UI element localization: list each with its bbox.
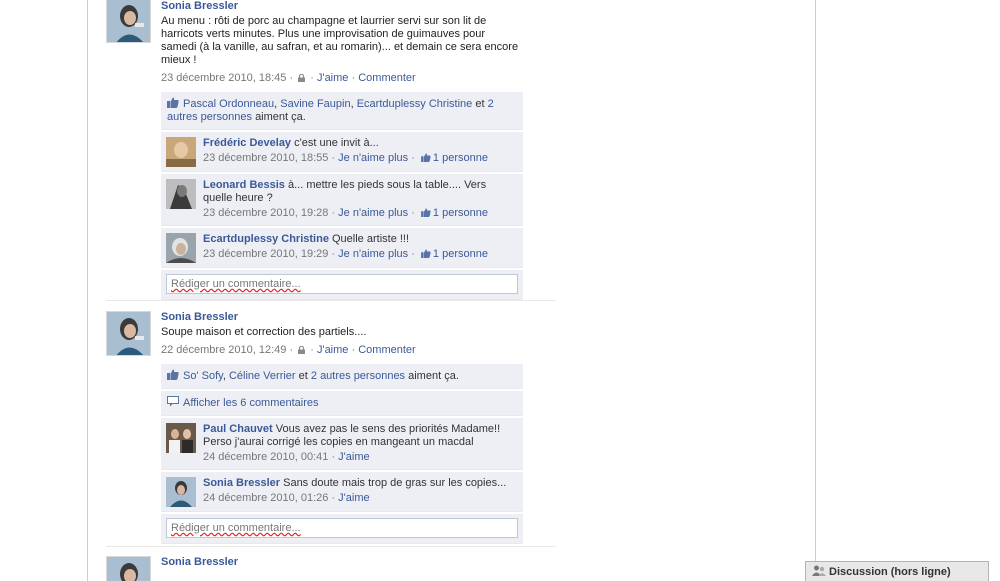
comment: Sonia Bressler Sans doute mais trop de g… — [161, 472, 523, 512]
likes-summary: So' Sofy, Céline Verrier et 2 autres per… — [161, 364, 523, 389]
story-content: Sonia Bressler Soupe maison et correctio… — [161, 311, 523, 357]
comment: Frédéric Develay c'est une invit à... 23… — [161, 132, 523, 172]
likes-others-link[interactable]: 2 autres personnes — [311, 370, 405, 382]
chat-bar[interactable]: Discussion (hors ligne) — [805, 561, 989, 581]
comments-block: Pascal Ordonneau, Savine Faupin, Ecartdu… — [161, 92, 523, 302]
comment-timestamp[interactable]: 23 décembre 2010, 19:29 — [203, 248, 328, 260]
like-count[interactable]: 1 personne — [433, 152, 488, 164]
likes-suffix: aiment ça. — [408, 370, 459, 382]
story-divider — [106, 546, 556, 547]
comment-meta: 23 décembre 2010, 19:29 · Je n'aime plus… — [203, 248, 488, 260]
comment-like-link[interactable]: J'aime — [338, 492, 369, 504]
unlike-link[interactable]: Je n'aime plus — [338, 152, 408, 164]
comment-avatar[interactable] — [166, 423, 196, 453]
comment-input[interactable]: Rédiger un commentaire... — [166, 274, 518, 294]
like-link[interactable]: J'aime — [317, 72, 348, 84]
comment-avatar[interactable] — [166, 477, 196, 507]
story-author[interactable]: Sonia Bressler — [161, 0, 523, 13]
comment-author[interactable]: Sonia Bressler — [203, 477, 280, 489]
feed-story: Sonia Bressler — [106, 556, 556, 581]
thumbs-up-icon — [167, 97, 179, 108]
chat-users-icon — [812, 565, 826, 576]
comment-timestamp[interactable]: 24 décembre 2010, 01:26 — [203, 492, 328, 504]
comment-avatar[interactable] — [166, 137, 196, 167]
story-author[interactable]: Sonia Bressler — [161, 311, 523, 324]
comment-text: Sans doute mais trop de gras sur les cop… — [283, 477, 507, 489]
avatar[interactable] — [106, 311, 151, 356]
story-message: Au menu : rôti de porc au champagne et l… — [161, 15, 519, 66]
thumbs-up-icon — [421, 249, 431, 258]
story-timestamp[interactable]: 22 décembre 2010, 12:49 — [161, 344, 286, 356]
comment-author[interactable]: Leonard Bessis — [203, 179, 285, 191]
liker-name[interactable]: Pascal Ordonneau — [183, 98, 274, 110]
like-count[interactable]: 1 personne — [433, 207, 488, 219]
comment-meta: 24 décembre 2010, 01:26 · J'aime — [203, 492, 370, 504]
comment-input-placeholder: Rédiger un commentaire... — [171, 278, 301, 290]
comment-author[interactable]: Ecartduplessy Christine — [203, 233, 329, 245]
unlike-link[interactable]: Je n'aime plus — [338, 207, 408, 219]
comment-input[interactable]: Rédiger un commentaire... — [166, 518, 518, 538]
liker-name[interactable]: So' Sofy — [183, 370, 223, 382]
comment: Paul Chauvet Vous avez pas le sens des p… — [161, 418, 523, 470]
comment-avatar[interactable] — [166, 233, 196, 263]
comment-author[interactable]: Frédéric Develay — [203, 137, 291, 149]
comment-link[interactable]: Commenter — [358, 344, 415, 356]
comment-text: c'est une invit à... — [294, 137, 379, 149]
lock-icon — [298, 74, 306, 82]
story-timestamp[interactable]: 23 décembre 2010, 18:45 — [161, 72, 286, 84]
unlike-link[interactable]: Je n'aime plus — [338, 248, 408, 260]
story-meta: 23 décembre 2010, 18:45 · · J'aime · Com… — [161, 72, 416, 84]
comment-author[interactable]: Paul Chauvet — [203, 423, 273, 435]
chat-bar-label: Discussion (hors ligne) — [829, 566, 951, 578]
comment: Leonard Bessis à... mettre les pieds sou… — [161, 174, 523, 226]
show-all-comments-link[interactable]: Afficher les 6 commentaires — [183, 397, 319, 409]
comment-like-link[interactable]: J'aime — [338, 451, 369, 463]
story-content: Sonia Bressler Au menu : rôti de porc au… — [161, 0, 523, 85]
likes-suffix: aiment ça. — [255, 111, 306, 123]
comment-avatar[interactable] — [166, 179, 196, 209]
comments-block: So' Sofy, Céline Verrier et 2 autres per… — [161, 364, 523, 546]
comment-bubble-icon — [167, 396, 179, 407]
avatar[interactable] — [106, 556, 151, 581]
likes-summary: Pascal Ordonneau, Savine Faupin, Ecartdu… — [161, 92, 523, 130]
content-right-border — [815, 0, 816, 581]
story-message: Soupe maison et correction des partiels.… — [161, 326, 367, 338]
story-content: Sonia Bressler — [161, 556, 523, 569]
like-link[interactable]: J'aime — [317, 344, 348, 356]
comment: Ecartduplessy Christine Quelle artiste !… — [161, 228, 523, 268]
comment-input-placeholder: Rédiger un commentaire... — [171, 522, 301, 534]
add-comment-row: Rédiger un commentaire... — [161, 514, 523, 544]
story-meta: 22 décembre 2010, 12:49 · · J'aime · Com… — [161, 344, 416, 356]
comment-link[interactable]: Commenter — [358, 72, 415, 84]
liker-name[interactable]: Ecartduplessy Christine — [357, 98, 473, 110]
like-count[interactable]: 1 personne — [433, 248, 488, 260]
liker-name[interactable]: Céline Verrier — [229, 370, 296, 382]
add-comment-row: Rédiger un commentaire... — [161, 270, 523, 300]
story-author[interactable]: Sonia Bressler — [161, 556, 523, 569]
avatar[interactable] — [106, 0, 151, 43]
comment-meta: 23 décembre 2010, 19:28 · Je n'aime plus… — [203, 207, 488, 219]
comment-meta: 23 décembre 2010, 18:55 · Je n'aime plus… — [203, 152, 488, 164]
feed-story: Sonia Bressler Soupe maison et correctio… — [106, 311, 556, 544]
content-left-border — [87, 0, 88, 581]
comment-timestamp[interactable]: 23 décembre 2010, 18:55 — [203, 152, 328, 164]
thumbs-up-icon — [167, 369, 179, 380]
comment-timestamp[interactable]: 24 décembre 2010, 00:41 — [203, 451, 328, 463]
lock-icon — [298, 346, 306, 354]
liker-name[interactable]: Savine Faupin — [280, 98, 350, 110]
story-divider — [106, 300, 556, 301]
comment-timestamp[interactable]: 23 décembre 2010, 19:28 — [203, 207, 328, 219]
likes-and: et — [475, 98, 485, 110]
likes-and: et — [298, 370, 308, 382]
thumbs-up-icon — [421, 208, 431, 217]
comment-text: Quelle artiste !!! — [332, 233, 410, 245]
show-comments-row[interactable]: Afficher les 6 commentaires — [161, 391, 523, 416]
feed-story: Sonia Bressler Au menu : rôti de porc au… — [106, 0, 556, 300]
comment-meta: 24 décembre 2010, 00:41 · J'aime — [203, 451, 370, 463]
thumbs-up-icon — [421, 153, 431, 162]
